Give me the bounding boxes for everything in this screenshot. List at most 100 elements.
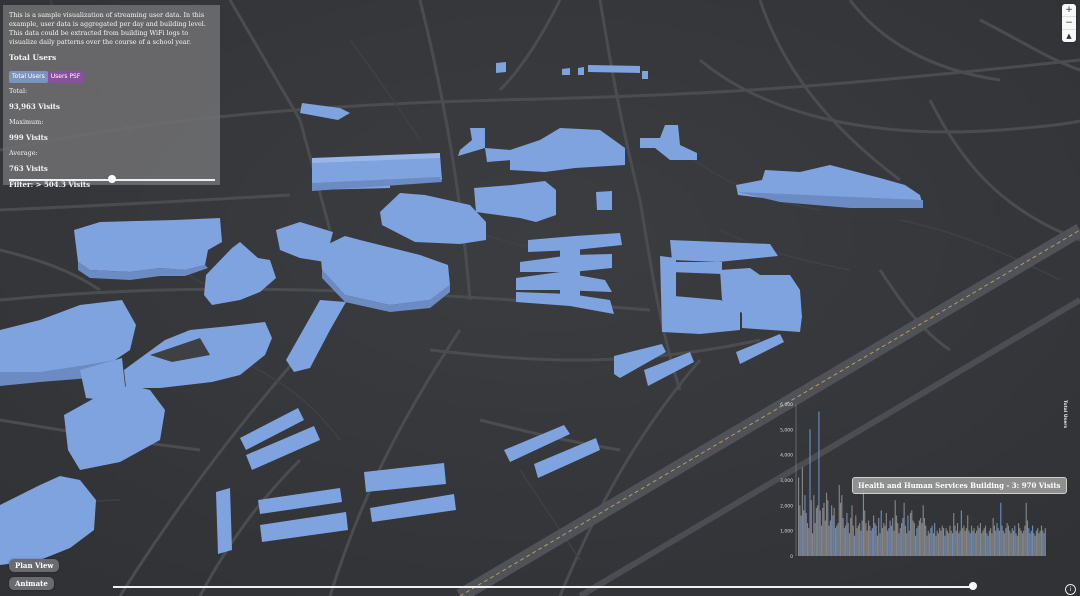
- bar[interactable]: [831, 505, 833, 556]
- bar[interactable]: [848, 533, 851, 556]
- bar[interactable]: [852, 525, 854, 556]
- bar[interactable]: [937, 533, 940, 556]
- bar[interactable]: [885, 512, 887, 556]
- bar[interactable]: [995, 530, 997, 556]
- bar[interactable]: [979, 523, 982, 556]
- bar[interactable]: [1025, 502, 1027, 556]
- bar[interactable]: [889, 520, 891, 556]
- bar[interactable]: [842, 518, 844, 556]
- bar[interactable]: [850, 518, 852, 556]
- plan-view-button[interactable]: Plan View: [9, 559, 60, 572]
- bar[interactable]: [907, 515, 909, 556]
- bar[interactable]: [803, 510, 805, 556]
- bar[interactable]: [915, 535, 917, 556]
- bar[interactable]: [976, 530, 978, 556]
- building[interactable]: [560, 244, 580, 298]
- bar[interactable]: [923, 518, 926, 556]
- bar[interactable]: [879, 533, 881, 556]
- bar[interactable]: [1010, 533, 1012, 556]
- bar[interactable]: [1037, 528, 1039, 556]
- bar[interactable]: [820, 525, 823, 556]
- bar[interactable]: [909, 512, 912, 556]
- bar[interactable]: [836, 525, 838, 556]
- building[interactable]: [588, 65, 640, 73]
- bar[interactable]: [895, 515, 898, 556]
- bar[interactable]: [809, 429, 811, 556]
- bar[interactable]: [925, 525, 927, 556]
- zoom-in-button[interactable]: +: [1062, 4, 1076, 17]
- bar[interactable]: [944, 535, 946, 556]
- bar[interactable]: [906, 533, 908, 556]
- bar[interactable]: [1000, 502, 1002, 556]
- bar[interactable]: [920, 518, 922, 556]
- bar[interactable]: [935, 535, 937, 556]
- bar[interactable]: [1001, 525, 1003, 556]
- bar[interactable]: [845, 525, 847, 556]
- bar[interactable]: [934, 523, 936, 556]
- filter-slider[interactable]: [9, 175, 215, 185]
- bar[interactable]: [875, 525, 877, 556]
- bar[interactable]: [904, 525, 906, 556]
- bar[interactable]: [1018, 523, 1020, 556]
- bar[interactable]: [978, 528, 980, 556]
- bar[interactable]: [903, 502, 905, 556]
- bar[interactable]: [964, 530, 966, 556]
- time-slider-handle[interactable]: [969, 582, 977, 590]
- bar[interactable]: [846, 512, 848, 556]
- bar[interactable]: [867, 520, 870, 556]
- bar[interactable]: [1039, 530, 1041, 556]
- bar[interactable]: [1009, 530, 1011, 556]
- bar[interactable]: [930, 528, 932, 556]
- bar[interactable]: [974, 533, 976, 556]
- bar[interactable]: [987, 535, 989, 556]
- bar[interactable]: [916, 528, 918, 556]
- building[interactable]: [578, 67, 584, 75]
- bar[interactable]: [1042, 530, 1044, 556]
- bar[interactable]: [817, 505, 819, 556]
- bar[interactable]: [912, 520, 914, 556]
- bar[interactable]: [892, 518, 894, 556]
- bar[interactable]: [1033, 533, 1035, 556]
- bar[interactable]: [894, 500, 896, 556]
- bar[interactable]: [808, 528, 810, 556]
- bar[interactable]: [996, 523, 998, 556]
- bar[interactable]: [855, 515, 857, 556]
- bar[interactable]: [800, 515, 802, 556]
- bar[interactable]: [853, 535, 856, 556]
- bar[interactable]: [946, 530, 948, 556]
- bar[interactable]: [880, 510, 882, 556]
- bar[interactable]: [878, 518, 880, 556]
- bar[interactable]: [1034, 535, 1036, 556]
- bar[interactable]: [993, 525, 995, 556]
- bar[interactable]: [898, 533, 900, 556]
- animate-button[interactable]: Animate: [9, 577, 54, 590]
- bar[interactable]: [883, 523, 885, 556]
- bar[interactable]: [997, 528, 999, 556]
- bar[interactable]: [1040, 525, 1043, 556]
- bar[interactable]: [1002, 530, 1004, 556]
- bar[interactable]: [990, 528, 992, 556]
- bar[interactable]: [893, 530, 895, 556]
- bar[interactable]: [857, 525, 859, 556]
- bar[interactable]: [823, 502, 825, 556]
- bar[interactable]: [825, 492, 828, 556]
- bar[interactable]: [962, 528, 964, 556]
- bar[interactable]: [871, 528, 873, 556]
- bar[interactable]: [917, 525, 919, 556]
- bar[interactable]: [805, 512, 807, 556]
- bar[interactable]: [939, 528, 941, 556]
- bar[interactable]: [818, 411, 820, 556]
- bar[interactable]: [973, 528, 975, 556]
- bar[interactable]: [931, 525, 933, 556]
- bar[interactable]: [928, 533, 931, 556]
- bar[interactable]: [884, 525, 886, 556]
- bar[interactable]: [887, 530, 889, 556]
- bar[interactable]: [1028, 528, 1030, 556]
- bar[interactable]: [942, 528, 945, 556]
- tab-total-users[interactable]: Total Users: [9, 71, 48, 83]
- bar[interactable]: [1016, 535, 1018, 556]
- bar[interactable]: [897, 523, 899, 556]
- bar[interactable]: [965, 528, 968, 556]
- filter-slider-handle[interactable]: [108, 175, 116, 183]
- bar[interactable]: [963, 525, 965, 556]
